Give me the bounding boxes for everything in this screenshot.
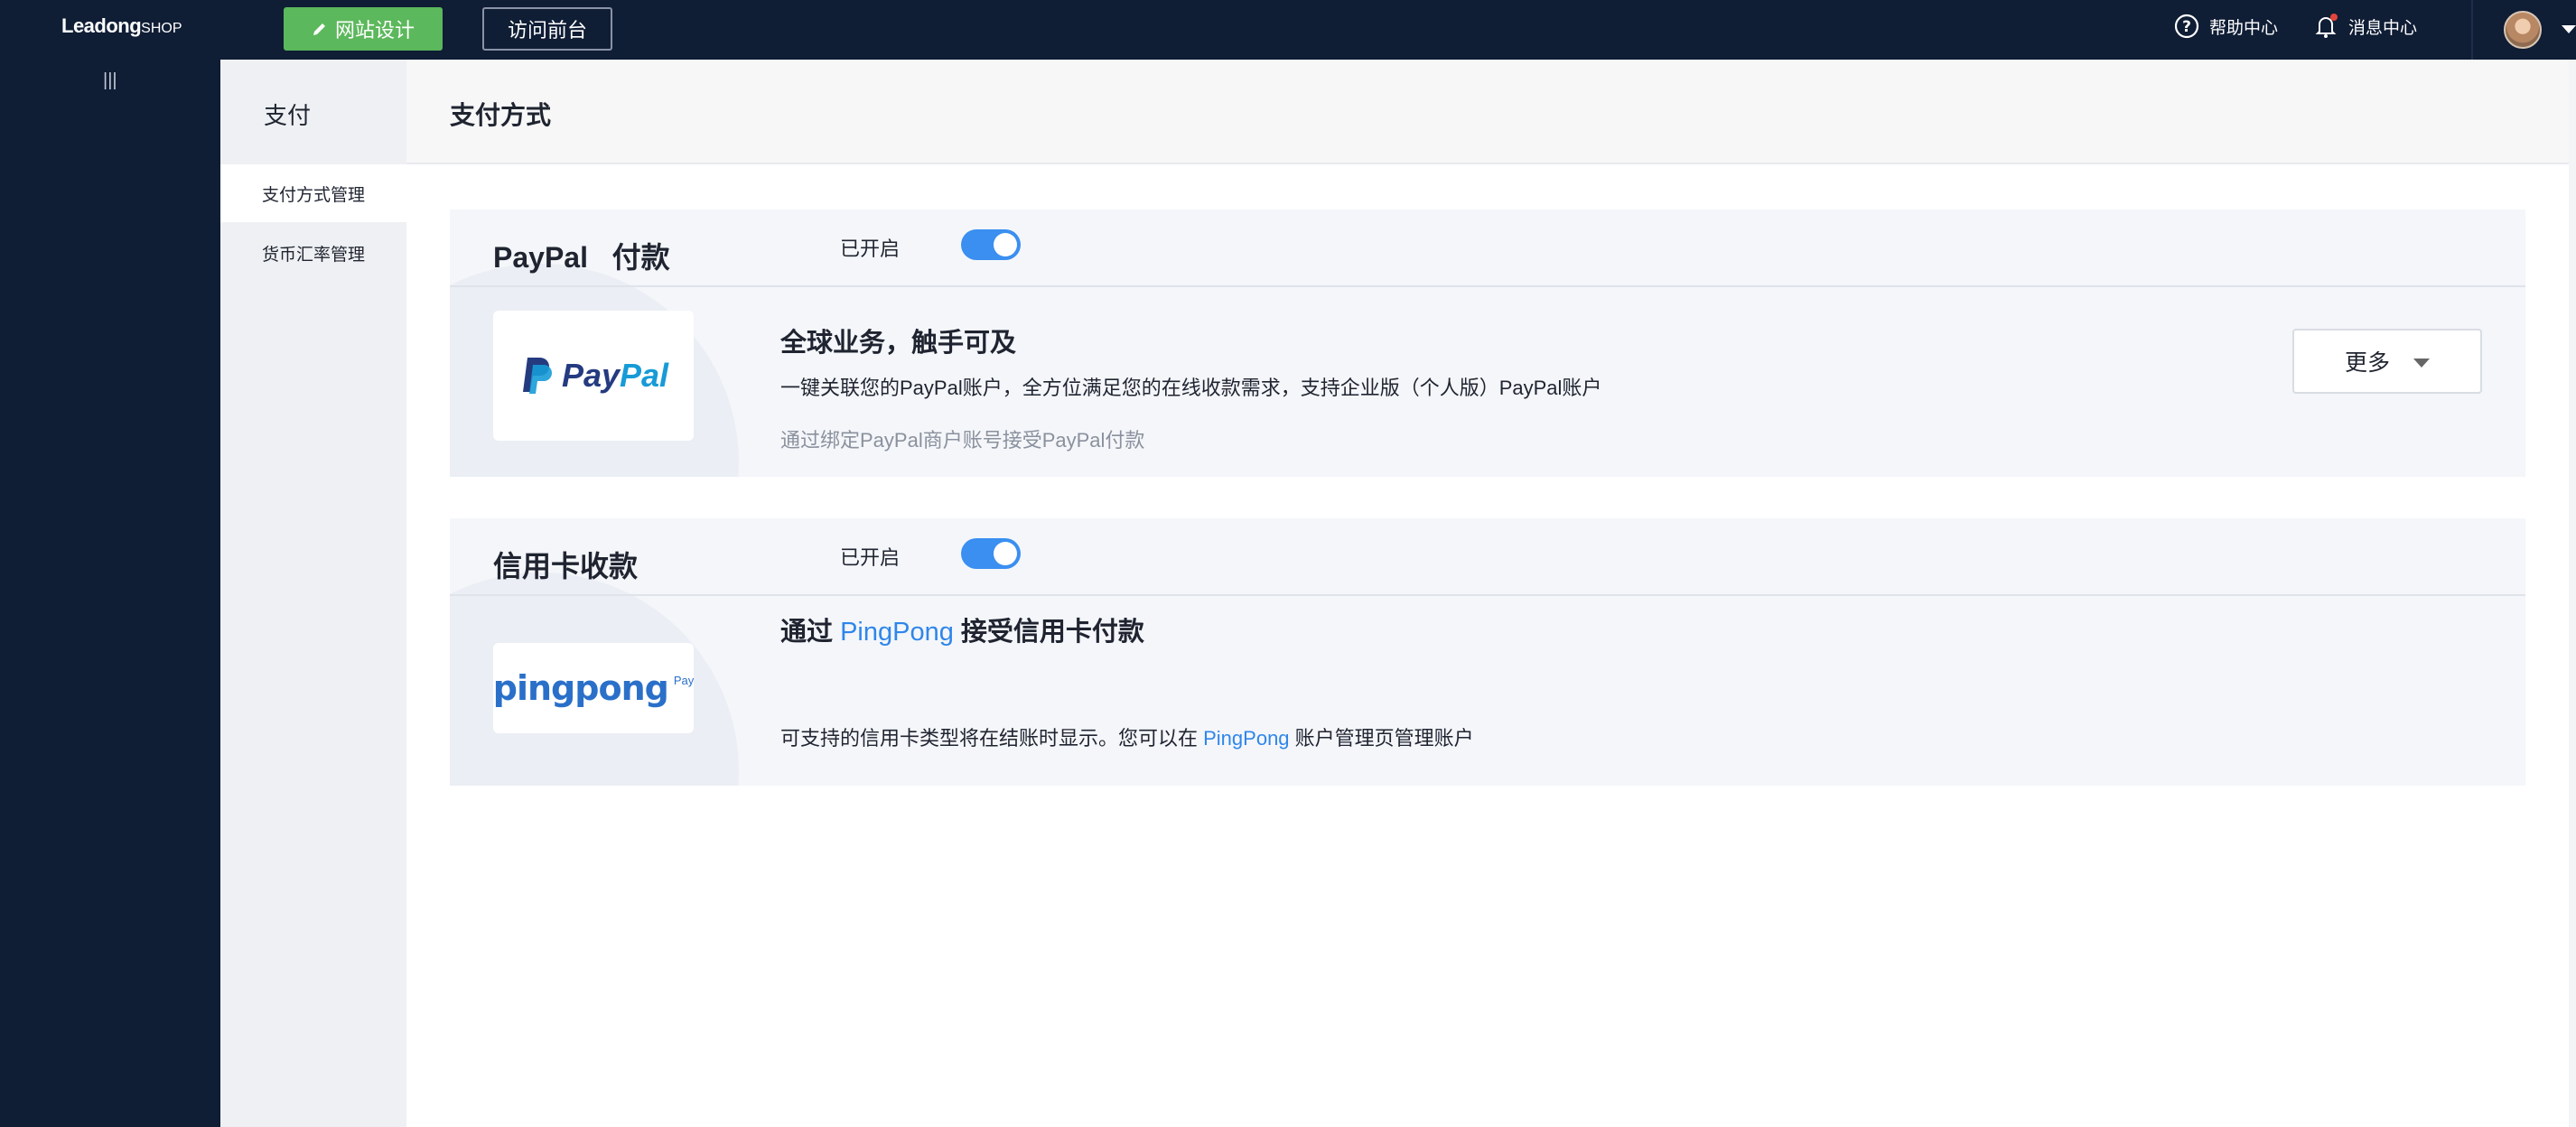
- message-center-link[interactable]: 消息中心: [2312, 13, 2417, 40]
- pingpong-logo: pingpong Pay: [493, 643, 694, 733]
- paypal-logo: PayPal: [493, 311, 694, 441]
- paypal-logo-icon: [522, 358, 552, 394]
- secondary-title: 支付: [264, 102, 312, 129]
- card-title: PayPal 付款: [493, 241, 670, 274]
- pencil-icon: [313, 23, 325, 35]
- chevron-down-icon[interactable]: [2562, 25, 2576, 33]
- sidebar-item-placeholder: [0, 60, 220, 117]
- status-label: 已开启: [840, 546, 901, 569]
- credit-headline: 通过 PingPong 接受信用卡付款: [780, 618, 1144, 647]
- svg-text:?: ?: [2182, 18, 2191, 36]
- paypal-headline: 全球业务，触手可及: [780, 329, 1017, 358]
- card-header: PayPal 付款 已开启: [450, 210, 2525, 287]
- paypal-note: 通过绑定PayPal商户账号接受PayPal付款: [780, 429, 1145, 452]
- credit-card-card: 信用卡收款 已开启 pingpong Pay 通过 PingPong 接受信用卡…: [450, 518, 2525, 786]
- card-header: 信用卡收款 已开启: [450, 518, 2525, 596]
- sidebar: |||: [0, 60, 220, 1127]
- help-center-link[interactable]: ? 帮助中心: [2173, 13, 2278, 40]
- paypal-more-button[interactable]: 更多: [2292, 329, 2482, 394]
- avatar[interactable]: [2504, 11, 2542, 49]
- main-content: 支付方式 PayPal 付款 已开启 PayPal 全球业务，触手可及 一键关联…: [406, 60, 2569, 1127]
- visit-frontend-button[interactable]: 访问前台: [482, 7, 612, 51]
- credit-card-toggle[interactable]: [961, 538, 1021, 569]
- sec-item-payment-methods[interactable]: 支付方式管理: [220, 164, 406, 222]
- caret-down-icon: [2413, 359, 2430, 368]
- sec-item-currency-rates[interactable]: 货币汇率管理: [220, 224, 406, 282]
- status-label: 已开启: [840, 238, 901, 260]
- website-design-button[interactable]: 网站设计: [284, 7, 443, 51]
- credit-description-text: 可支持的信用卡类型将在结账时显示。您可以在 PingPong 账户管理页管理账户: [780, 727, 1474, 750]
- paypal-toggle[interactable]: [961, 229, 1021, 260]
- paypal-description: 一键关联您的PayPal账户，全方位满足您的在线收款需求，支持企业版（个人版）P…: [780, 377, 1602, 399]
- help-icon: ?: [2174, 14, 2199, 39]
- bell-icon: [2315, 14, 2338, 38]
- divider: [2471, 0, 2473, 60]
- card-title: 信用卡收款: [493, 550, 639, 582]
- page-title: 支付方式: [450, 101, 552, 129]
- top-bar: LeadongSHOP 网站设计 访问前台 ? 帮助中心 消息中心: [0, 0, 2576, 60]
- paypal-card: PayPal 付款 已开启 PayPal 全球业务，触手可及 一键关联您的Pay…: [450, 210, 2525, 477]
- secondary-sidebar: 支付 支付方式管理 货币汇率管理: [220, 60, 406, 1127]
- app-logo[interactable]: LeadongSHOP: [61, 14, 182, 38]
- page-header: 支付方式: [406, 60, 2569, 164]
